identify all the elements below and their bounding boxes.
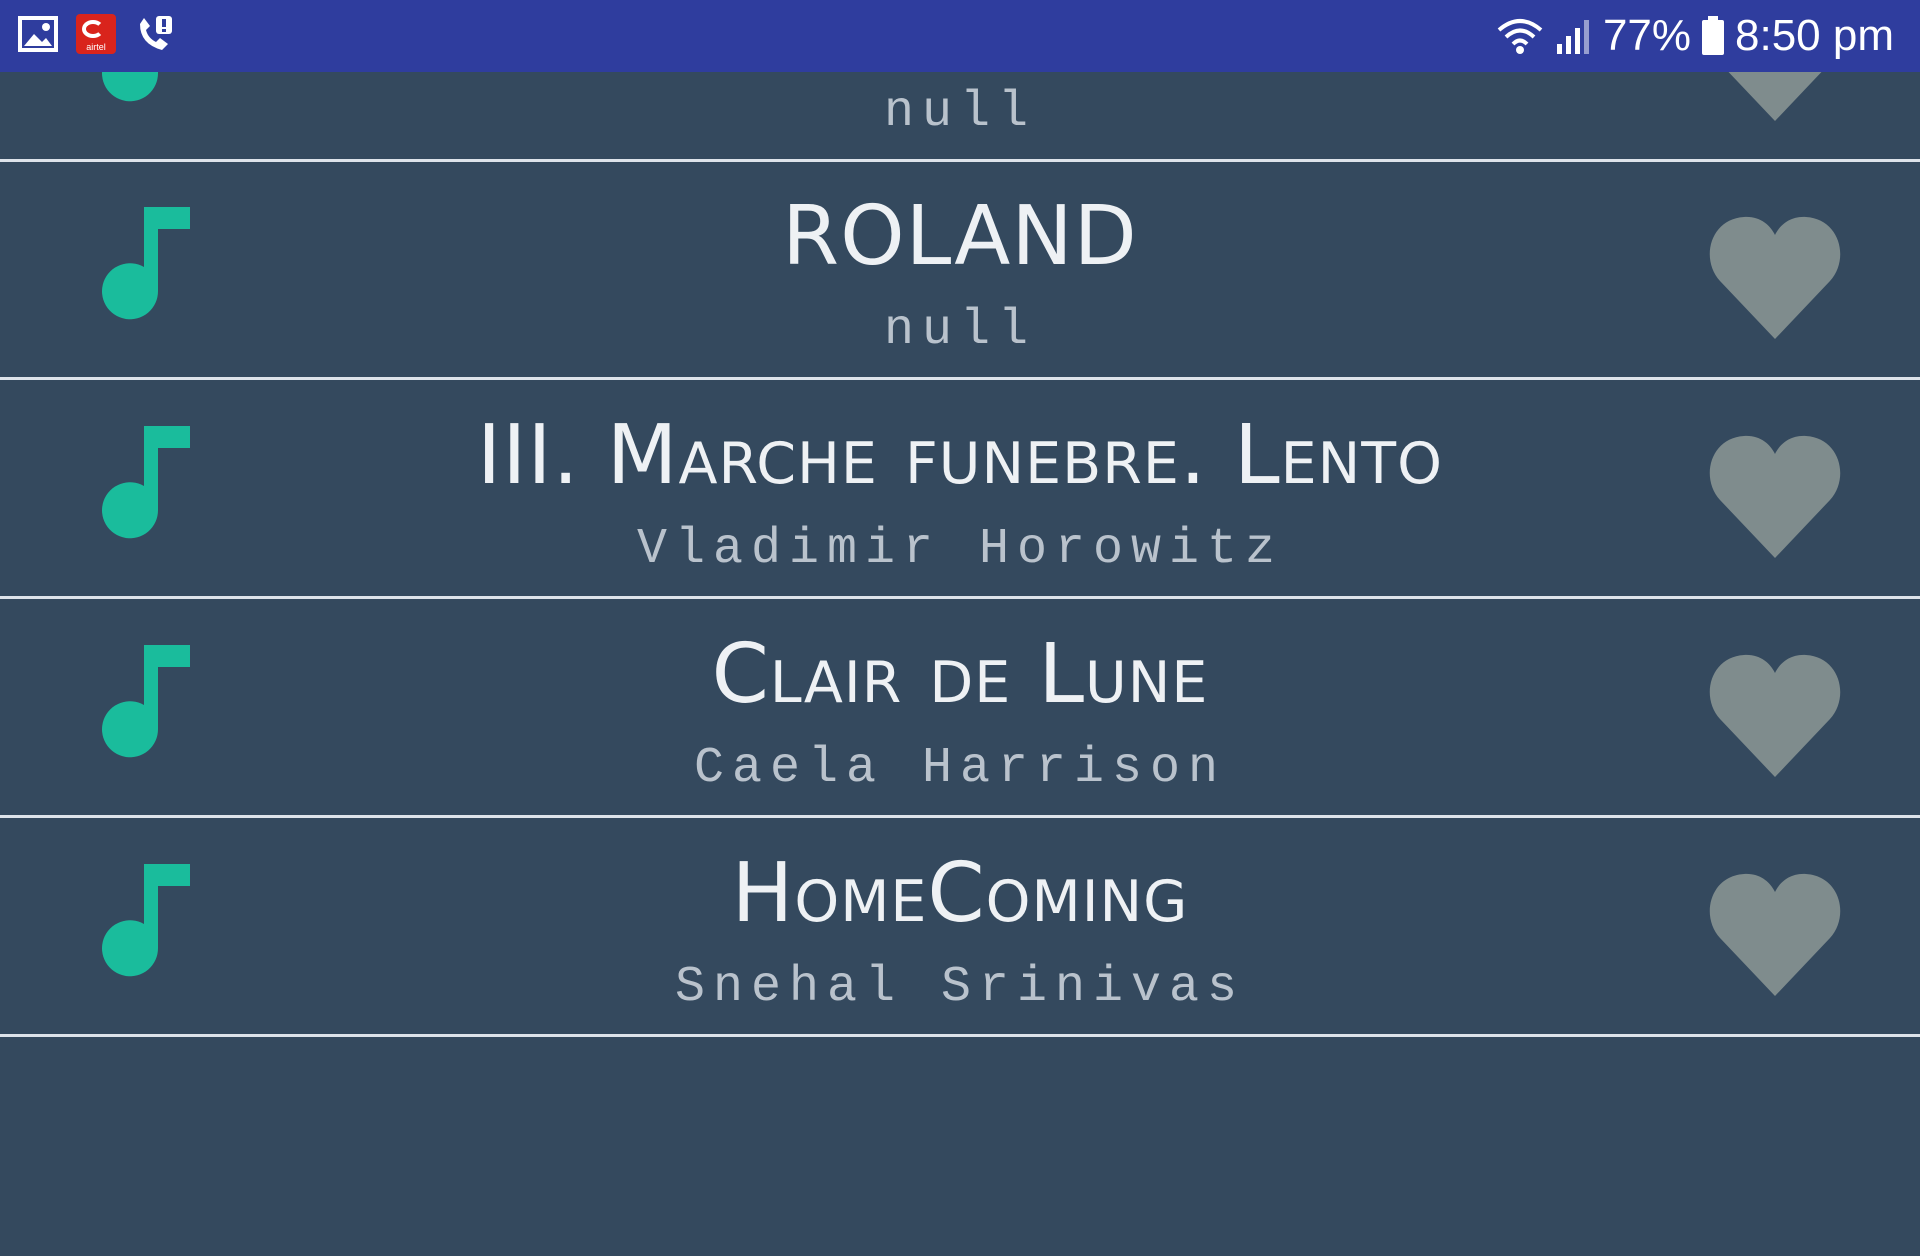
status-bar: airtel 77% 8:50 pm [0,0,1920,72]
airtel-icon: airtel [76,14,116,54]
song-row[interactable]: III. Marche funebre. Lento Vladimir Horo… [0,382,1920,599]
heart-icon[interactable] [1708,872,1842,996]
heart-icon[interactable] [1708,434,1842,558]
song-artist: Vladimir Horowitz [636,521,1284,578]
wifi-icon [1497,19,1543,54]
music-note-icon [102,207,190,320]
clock: 8:50 pm [1735,11,1894,60]
song-artist: Caela Harrison [693,740,1227,797]
song-title: ROLAND [782,189,1138,284]
battery-percent: 77% [1602,11,1692,60]
song-artist: Snehal Srinivas [674,959,1246,1016]
song-row[interactable]: ROLAND null [0,163,1920,380]
song-title: III. Marche funebre. Lento [477,408,1443,503]
heart-icon[interactable] [1708,215,1842,339]
song-row[interactable]: HomeComing Snehal Srinivas [0,820,1920,1037]
song-row[interactable] [0,1039,1920,1256]
call-alert-icon [140,16,172,50]
song-row[interactable]: Clair de Lune Caela Harrison [0,601,1920,818]
heart-icon[interactable] [1708,653,1842,777]
music-note-icon [102,864,190,977]
music-note-icon [102,426,190,539]
song-artist: null [883,84,1037,141]
gallery-icon [18,16,58,52]
music-note-icon [102,645,190,758]
song-title: Clair de Lune [711,627,1209,722]
song-title: HomeComing [731,846,1189,941]
battery-icon [1702,16,1725,55]
song-artist: null [883,302,1037,359]
signal-icon [1556,20,1589,54]
